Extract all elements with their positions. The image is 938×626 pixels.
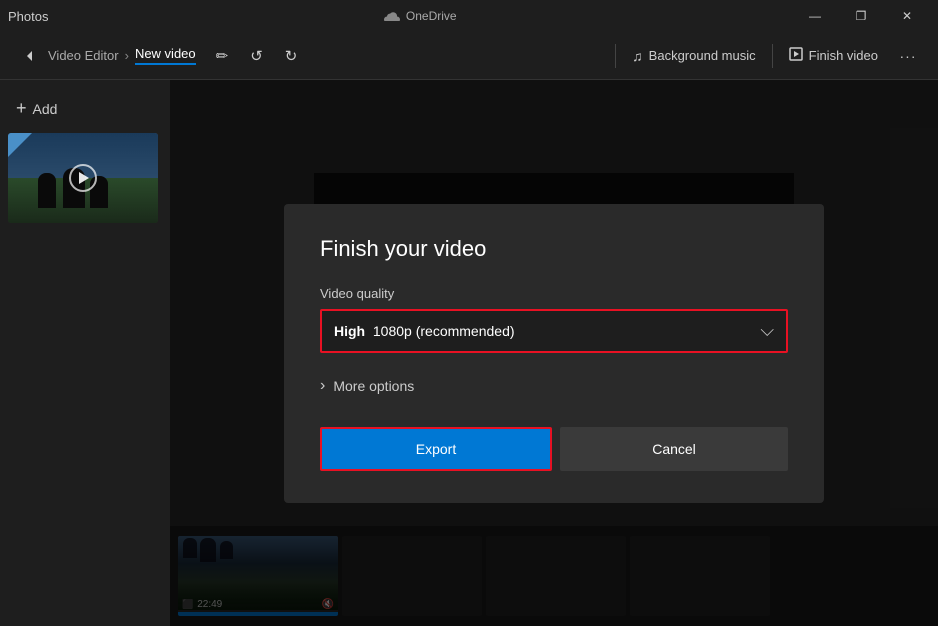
finish-video-icon <box>789 47 803 64</box>
breadcrumb-arrow: › <box>125 48 129 63</box>
toolbar-right: ♫ Background music Finish video ··· <box>611 38 926 74</box>
play-overlay[interactable] <box>69 164 97 192</box>
export-button[interactable]: Export <box>320 427 552 471</box>
center-panel: 22:49.40 ⤡ ⬛ 22:49 <box>170 80 938 626</box>
breadcrumb-current: New video <box>135 46 196 65</box>
more-options-label: More options <box>333 378 414 394</box>
toolbar-actions: ✏ ↺ ↻ <box>208 40 306 72</box>
minimize-button[interactable]: — <box>792 0 838 32</box>
add-icon: + <box>16 98 27 119</box>
title-bar-left: Photos <box>8 9 48 24</box>
onedrive-area: OneDrive <box>384 9 457 23</box>
onedrive-label: OneDrive <box>406 9 457 23</box>
toolbar-sep2 <box>772 44 773 68</box>
corner-indicator <box>8 133 32 157</box>
undo-icon: ↺ <box>250 47 263 65</box>
dialog-buttons: Export Cancel <box>320 427 788 471</box>
title-bar-controls: — ❐ ✕ <box>792 0 930 32</box>
quality-select-dropdown[interactable]: High 1080p (recommended) ⌵ <box>320 309 788 353</box>
breadcrumb: Video Editor › New video <box>48 46 196 65</box>
add-label: Add <box>33 101 58 117</box>
edit-button[interactable]: ✏ <box>208 40 237 72</box>
bg-music-label: Background music <box>649 48 756 63</box>
cloud-icon <box>384 11 400 21</box>
cancel-button[interactable]: Cancel <box>560 427 788 471</box>
more-options-button[interactable]: ··· <box>890 38 926 74</box>
bg-music-icon: ♫ <box>632 48 643 64</box>
undo-button[interactable]: ↺ <box>242 40 271 72</box>
redo-icon: ↻ <box>285 47 298 65</box>
quality-label: Video quality <box>320 286 788 301</box>
finish-video-label: Finish video <box>809 48 878 63</box>
app-title: Photos <box>8 9 48 24</box>
background-music-button[interactable]: ♫ Background music <box>620 38 767 74</box>
more-options-arrow-icon: › <box>320 377 325 395</box>
quality-chevron-icon: ⌵ <box>760 320 774 341</box>
left-panel: + Add <box>0 80 170 626</box>
restore-button[interactable]: ❐ <box>838 0 884 32</box>
dialog-overlay: Finish your video Video quality High 108… <box>170 80 938 626</box>
breadcrumb-parent[interactable]: Video Editor <box>48 48 119 63</box>
app-toolbar: Video Editor › New video ✏ ↺ ↻ ♫ Backgro… <box>0 32 938 80</box>
quality-select-text: High 1080p (recommended) <box>334 323 515 339</box>
back-button[interactable] <box>12 38 48 74</box>
main-content: + Add 22:49.40 <box>0 80 938 626</box>
finish-video-dialog: Finish your video Video quality High 108… <box>284 204 824 503</box>
dialog-title: Finish your video <box>320 236 788 262</box>
close-button[interactable]: ✕ <box>884 0 930 32</box>
add-button[interactable]: + Add <box>8 92 162 125</box>
more-options-row[interactable]: › More options <box>320 373 788 399</box>
edit-icon: ✏ <box>216 47 229 65</box>
play-icon <box>79 172 89 184</box>
redo-button[interactable]: ↻ <box>277 40 306 72</box>
back-icon <box>22 48 38 64</box>
title-bar: Photos OneDrive — ❐ ✕ <box>0 0 938 32</box>
toolbar-sep1 <box>615 44 616 68</box>
finish-video-button[interactable]: Finish video <box>777 38 890 74</box>
media-thumbnail[interactable] <box>8 133 158 223</box>
